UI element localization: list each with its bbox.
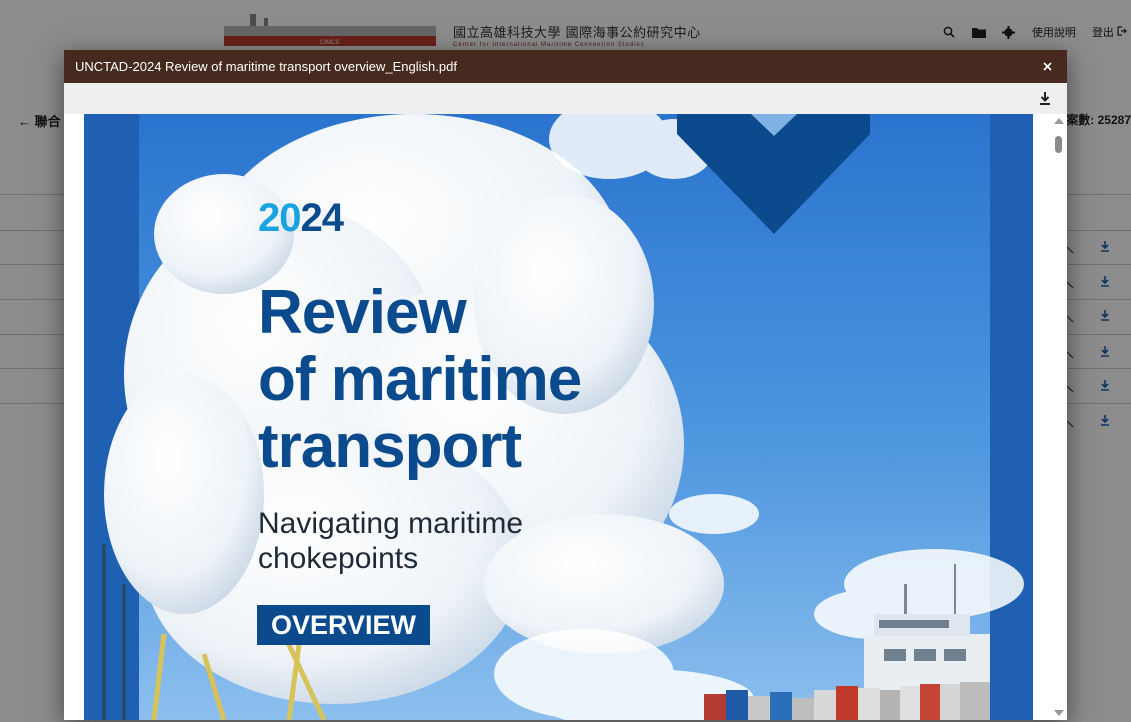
scroll-up-icon[interactable]: [1054, 118, 1064, 124]
cover-subtitle-line: Navigating maritime: [258, 507, 524, 540]
close-icon: [1042, 61, 1052, 71]
cover-subtitle: Navigating maritime chokepoints: [258, 506, 523, 576]
modal-title: UNCTAD-2024 Review of maritime transport…: [75, 59, 457, 74]
scroll-down-icon[interactable]: [1054, 710, 1064, 716]
close-button[interactable]: [1039, 58, 1055, 74]
pdf-preview-modal: UNCTAD-2024 Review of maritime transport…: [64, 50, 1067, 720]
overview-badge: OVERVIEW: [257, 605, 431, 645]
cover-image: [84, 114, 1033, 720]
download-icon[interactable]: [1038, 90, 1052, 106]
cover-title-line: Review: [258, 278, 467, 347]
viewer-scrollbar[interactable]: [1050, 114, 1067, 720]
pdf-page: 2024 Review of maritime transport Naviga…: [84, 114, 1033, 720]
cover-title-line: of maritime: [258, 345, 582, 414]
cover-year: 2024: [258, 196, 344, 241]
pdf-viewer[interactable]: 2024 Review of maritime transport Naviga…: [64, 114, 1067, 720]
cover-title-line: transport: [258, 412, 522, 481]
viewer-toolbar: [64, 83, 1067, 114]
modal-title-bar: UNCTAD-2024 Review of maritime transport…: [64, 50, 1067, 83]
cover-year-part-b: 24: [300, 196, 344, 240]
scrollbar-thumb[interactable]: [1055, 136, 1062, 153]
cover-subtitle-line: chokepoints: [258, 542, 419, 575]
cover-year-part-a: 20: [258, 196, 301, 240]
